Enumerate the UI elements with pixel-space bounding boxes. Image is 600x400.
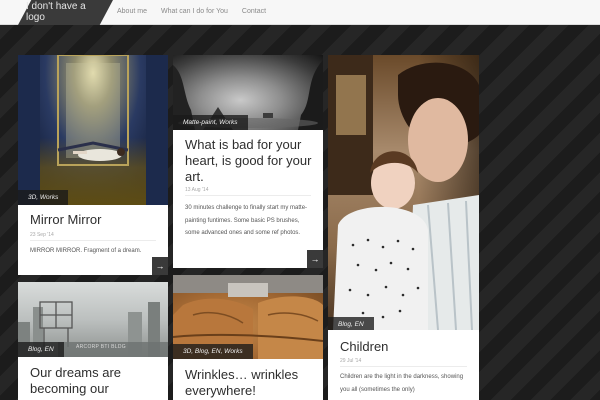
post-divider xyxy=(185,195,311,196)
post-card-bad-for-your-heart[interactable]: Matte-paint, Works What is bad for your … xyxy=(173,55,323,268)
post-excerpt-bad-for-your-heart: 30 minutes challenge to finally start my… xyxy=(185,205,308,236)
post-image-wrinkles[interactable]: 3D, Blog, EN, Works xyxy=(173,275,323,359)
post-title-children[interactable]: Children xyxy=(340,339,469,355)
billboard-sign-text: ARCORP BTI BLDG xyxy=(76,344,126,350)
post-card-our-dreams[interactable]: ARCORP BTI BLDG Blog, EN Our dreams are … xyxy=(18,282,168,400)
post-tag-bad-for-your-heart[interactable]: Matte-paint, Works xyxy=(173,115,248,130)
father-and-child-photo xyxy=(328,55,479,330)
post-title-bad-for-your-heart[interactable]: What is bad for your heart, is good for … xyxy=(185,137,313,185)
post-image-mirror-mirror[interactable]: 3D, Works xyxy=(18,55,168,205)
post-card-mirror-mirror[interactable]: 3D, Works Mirror Mirror 23 Sep '14 MIRRO… xyxy=(18,55,168,275)
post-tag-our-dreams[interactable]: Blog, EN xyxy=(18,342,64,357)
post-tag-mirror-mirror[interactable]: 3D, Works xyxy=(18,190,69,205)
post-card-children[interactable]: Blog, EN Children 29 Jul '14 Children ar… xyxy=(328,55,479,400)
read-more-arrow-icon[interactable]: → xyxy=(152,257,168,275)
post-card-wrinkles[interactable]: 3D, Blog, EN, Works Wrinkles… wrinkles e… xyxy=(173,275,323,400)
logo-text[interactable]: I don't have a logo xyxy=(26,1,96,23)
post-title-mirror-mirror[interactable]: Mirror Mirror xyxy=(30,212,158,228)
post-divider xyxy=(30,240,156,241)
main-nav: About me What can I do for You Contact xyxy=(117,8,266,15)
post-title-our-dreams[interactable]: Our dreams are becoming our xyxy=(30,365,158,397)
post-excerpt-mirror-mirror: MIRROR MIRROR. Fragment of a dream. xyxy=(30,248,142,254)
nav-about-me[interactable]: About me xyxy=(117,8,147,15)
nav-contact[interactable]: Contact xyxy=(242,8,266,15)
post-tag-children[interactable]: Blog, EN xyxy=(328,317,374,330)
post-excerpt-children: Children are the light in the darkness, … xyxy=(340,374,464,393)
post-date-children: 29 Jul '14 xyxy=(340,358,362,364)
post-tag-wrinkles[interactable]: 3D, Blog, EN, Works xyxy=(173,344,253,359)
nav-what-can-i-do[interactable]: What can I do for You xyxy=(161,8,228,15)
post-date-bad-for-your-heart: 13 Aug '14 xyxy=(185,187,209,193)
post-image-bad-for-your-heart[interactable]: Matte-paint, Works xyxy=(173,55,323,130)
mirror-scene-illustration xyxy=(18,55,168,205)
site-header: I don't have a logo About me What can I … xyxy=(0,0,600,25)
post-title-wrinkles[interactable]: Wrinkles… wrinkles everywhere! xyxy=(185,367,313,399)
post-divider xyxy=(340,366,467,367)
post-date-mirror-mirror: 23 Sep '14 xyxy=(30,232,54,238)
post-image-our-dreams[interactable]: ARCORP BTI BLDG Blog, EN xyxy=(18,282,168,357)
read-more-arrow-icon[interactable]: → xyxy=(307,250,323,268)
post-image-children[interactable]: Blog, EN xyxy=(328,55,479,330)
